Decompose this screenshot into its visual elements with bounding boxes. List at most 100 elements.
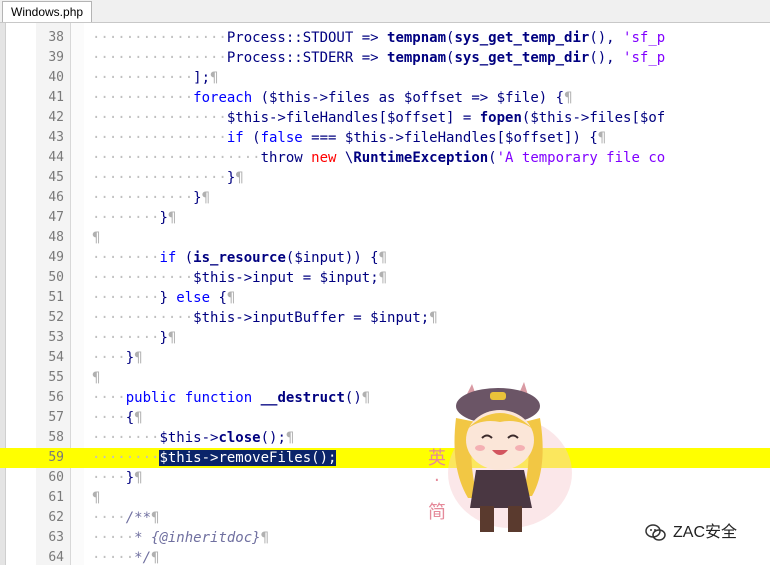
line-number: 43: [48, 130, 64, 145]
whitespace-marker: ················: [92, 110, 227, 126]
watermark-text: ZAC安全: [673, 524, 738, 541]
line-number: 60: [48, 470, 64, 485]
whitespace-marker: ················: [92, 170, 227, 186]
code-text[interactable]: ········}¶: [92, 208, 176, 228]
line-number: 61: [48, 490, 64, 505]
code-line[interactable]: 44 ····················throw new \Runtime…: [0, 148, 770, 168]
line-number: 47: [48, 210, 64, 225]
code-line[interactable]: 53 ········}¶: [0, 328, 770, 348]
whitespace-marker: ····: [92, 410, 126, 426]
code-token: ¶: [564, 90, 573, 106]
code-token: 'sf_p: [623, 50, 666, 66]
code-line[interactable]: 49 ········if (is_resource($input)) {¶: [0, 248, 770, 268]
code-line[interactable]: 48 ¶: [0, 228, 770, 248]
code-line[interactable]: 61 ¶: [0, 488, 770, 508]
code-line[interactable]: 56 ····public function __destruct()¶: [0, 388, 770, 408]
line-number: 54: [48, 350, 64, 365]
code-text[interactable]: ················Process::STDERR => tempn…: [92, 48, 665, 68]
tab-windows-php[interactable]: Windows.php: [2, 1, 93, 22]
code-text[interactable]: ············$this->input = $input;¶: [92, 268, 387, 288]
code-text[interactable]: ················}¶: [92, 168, 244, 188]
code-text[interactable]: ········if (is_resource($input)) {¶: [92, 248, 387, 268]
code-text[interactable]: ············$this->inputBuffer = $input;…: [92, 308, 438, 328]
code-text[interactable]: ········}¶: [92, 328, 176, 348]
code-token: {: [125, 410, 135, 426]
whitespace-marker: ····················: [92, 150, 261, 166]
code-text[interactable]: ············foreach ($this->files as $of…: [92, 88, 573, 108]
code-line[interactable]: 50 ············$this->input = $input;¶: [0, 268, 770, 288]
code-text[interactable]: ········} else {¶: [92, 288, 235, 308]
code-line[interactable]: 43 ················if (false === $this->f…: [0, 128, 770, 148]
code-token: $this->fileHandles[$offset]: [226, 110, 455, 126]
code-editor[interactable]: 38 ················Process::STDOUT => tem…: [0, 28, 770, 568]
code-token: (): [344, 390, 362, 406]
line-number: 48: [48, 230, 64, 245]
code-text[interactable]: ····public function __destruct()¶: [92, 388, 370, 408]
code-text[interactable]: ········$this->close();¶: [92, 428, 294, 448]
code-text[interactable]: ·····*/¶: [92, 548, 159, 568]
code-token: sys_get_temp_dir: [454, 50, 590, 66]
code-line[interactable]: 55 ¶: [0, 368, 770, 388]
code-text[interactable]: ¶: [92, 228, 100, 248]
line-number: 45: [48, 170, 64, 185]
code-token: ¶: [378, 270, 388, 286]
code-token: ¶: [92, 490, 101, 506]
code-token: (: [176, 250, 194, 266]
code-text[interactable]: ····}¶: [92, 468, 143, 488]
code-text[interactable]: ················$this->fileHandles[$offs…: [92, 108, 665, 128]
watermark: ZAC安全: [645, 520, 763, 546]
code-text[interactable]: ·····* {@inheritdoc}¶: [92, 528, 269, 548]
code-token: \: [336, 150, 354, 166]
whitespace-marker: ········: [92, 250, 160, 266]
code-text[interactable]: ············}¶: [92, 188, 210, 208]
whitespace-marker: ············: [92, 270, 194, 286]
code-token: ¶: [378, 250, 388, 266]
code-token: $this->inputBuffer: [193, 310, 345, 326]
code-line[interactable]: 60 ····}¶: [0, 468, 770, 488]
code-text[interactable]: ····················throw new \RuntimeEx…: [92, 148, 665, 168]
code-token: }: [125, 350, 135, 366]
code-token: $this->input: [193, 270, 295, 286]
code-line[interactable]: 40 ············];¶: [0, 68, 770, 88]
code-line[interactable]: 64 ·····*/¶: [0, 548, 770, 568]
code-line-current[interactable]: 59 ········$this->removeFiles();: [0, 448, 770, 468]
code-line[interactable]: 45 ················}¶: [0, 168, 770, 188]
code-text[interactable]: ····{¶: [92, 408, 143, 428]
code-line[interactable]: 38 ················Process::STDOUT => tem…: [0, 28, 770, 48]
code-text[interactable]: ····}¶: [92, 348, 143, 368]
code-text[interactable]: ················if (false === $this->fil…: [92, 128, 606, 148]
code-text[interactable]: ¶: [92, 368, 100, 388]
code-line[interactable]: 57 ····{¶: [0, 408, 770, 428]
whitespace-marker: ·····: [92, 550, 135, 566]
code-line[interactable]: 39 ················Process::STDERR => tem…: [0, 48, 770, 68]
line-number: 55: [48, 370, 64, 385]
code-line[interactable]: 42 ················$this->fileHandles[$of…: [0, 108, 770, 128]
code-text[interactable]: ················Process::STDOUT => tempn…: [92, 28, 665, 48]
code-line[interactable]: 58 ········$this->close();¶: [0, 428, 770, 448]
whitespace-marker: ····: [92, 350, 126, 366]
code-token: sys_get_temp_dir: [454, 30, 590, 46]
code-line[interactable]: 46 ············}¶: [0, 188, 770, 208]
code-token: (),: [589, 50, 624, 66]
code-line[interactable]: 41 ············foreach ($this->files as $…: [0, 88, 770, 108]
line-number: 63: [48, 530, 64, 545]
code-text[interactable]: ¶: [92, 488, 100, 508]
selected-text: $this->removeFiles();: [159, 450, 337, 466]
code-token: (),: [589, 30, 624, 46]
code-line[interactable]: 47 ········}¶: [0, 208, 770, 228]
code-text[interactable]: ········$this->removeFiles();: [92, 448, 337, 468]
code-token: ¶: [92, 370, 101, 386]
code-text[interactable]: ············];¶: [92, 68, 218, 88]
code-token: $this->: [159, 430, 219, 446]
code-token: ;: [420, 310, 430, 326]
code-token: ¶: [134, 410, 143, 426]
code-line[interactable]: 52 ············$this->inputBuffer = $inpu…: [0, 308, 770, 328]
whitespace-marker: ············: [92, 70, 194, 86]
code-token: __destruct: [260, 390, 345, 406]
code-line[interactable]: 54 ····}¶: [0, 348, 770, 368]
code-line[interactable]: 51 ········} else {¶: [0, 288, 770, 308]
code-text[interactable]: ····/**¶: [92, 508, 159, 528]
code-token: ¶: [210, 70, 219, 86]
